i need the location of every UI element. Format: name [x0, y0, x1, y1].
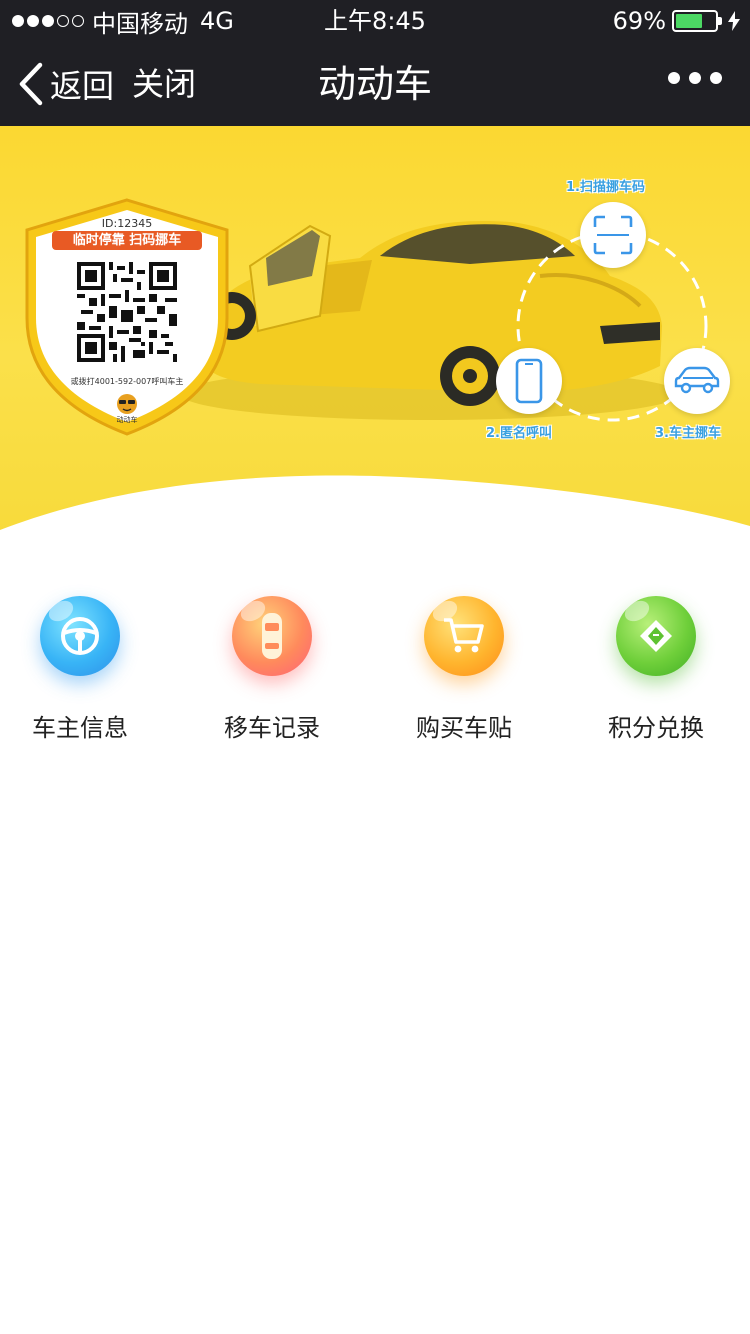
cart-icon [424, 596, 504, 676]
steering-wheel-icon [40, 596, 120, 676]
gem-icon [616, 596, 696, 676]
more-options-icon[interactable] [668, 72, 722, 84]
menu-label-move-records: 移车记录 [224, 714, 320, 742]
qr-code-icon [77, 262, 177, 362]
back-label: 返回 [50, 67, 115, 105]
step-1-circle [580, 202, 646, 268]
mascot-logo-icon [117, 394, 137, 414]
car-icon [674, 366, 720, 394]
menu-label-buy-sticker: 购买车贴 [416, 714, 512, 742]
charging-bolt-icon [728, 11, 740, 31]
step-2-circle [496, 348, 562, 414]
close-button[interactable]: 关闭 [132, 60, 196, 108]
badge-id: ID:12345 [101, 217, 153, 230]
menu-item-buy-sticker[interactable]: 购买车贴 [366, 590, 558, 750]
scan-icon [593, 215, 633, 255]
hero-banner: ID:12345 临时停靠 扫码挪车 或拨打4001-592-007呼叫车主 动… [0, 126, 750, 546]
step-3-circle [664, 348, 730, 414]
badge-phone: 或拨打4001-592-007呼叫车主 [70, 377, 184, 386]
menu-item-owner-info[interactable]: 车主信息 [0, 590, 174, 750]
badge-logo-text: 动动车 [116, 416, 138, 424]
step-1-label: 1.扫描挪车码 [566, 180, 645, 195]
status-left: 中国移动 4G [12, 6, 234, 38]
status-bar: 中国移动 4G 上午8:45 69% [0, 0, 750, 42]
car-top-icon [232, 596, 312, 676]
badge-slogan: 临时停靠 扫码挪车 [52, 231, 202, 250]
menu-item-move-records[interactable]: 移车记录 [174, 590, 366, 750]
battery-percent: 69% [612, 7, 666, 35]
menu-label-owner-info: 车主信息 [32, 714, 128, 742]
qr-sticker-badge: ID:12345 临时停靠 扫码挪车 或拨打4001-592-007呼叫车主 动… [22, 198, 232, 438]
signal-strength-icon [12, 15, 84, 27]
carrier-name: 中国移动 [92, 9, 188, 38]
menu-label-points-exchange: 积分兑换 [608, 714, 704, 742]
battery-icon [672, 10, 722, 32]
nav-bar: 返回 关闭 动动车 [0, 42, 750, 126]
phone-icon [515, 358, 543, 404]
menu-item-points-exchange[interactable]: 积分兑换 [558, 590, 750, 750]
step-3-label: 3.车主挪车 [655, 426, 721, 441]
network-type: 4G [200, 7, 234, 35]
back-button[interactable]: 返回 [18, 60, 114, 108]
status-right: 69% [613, 6, 740, 36]
battery-level [676, 14, 703, 28]
feature-menu: 车主信息 移车记录 购买车贴 积分兑换 [0, 590, 750, 750]
chevron-left-icon [19, 62, 43, 106]
step-2-label: 2.匿名呼叫 [486, 426, 552, 441]
